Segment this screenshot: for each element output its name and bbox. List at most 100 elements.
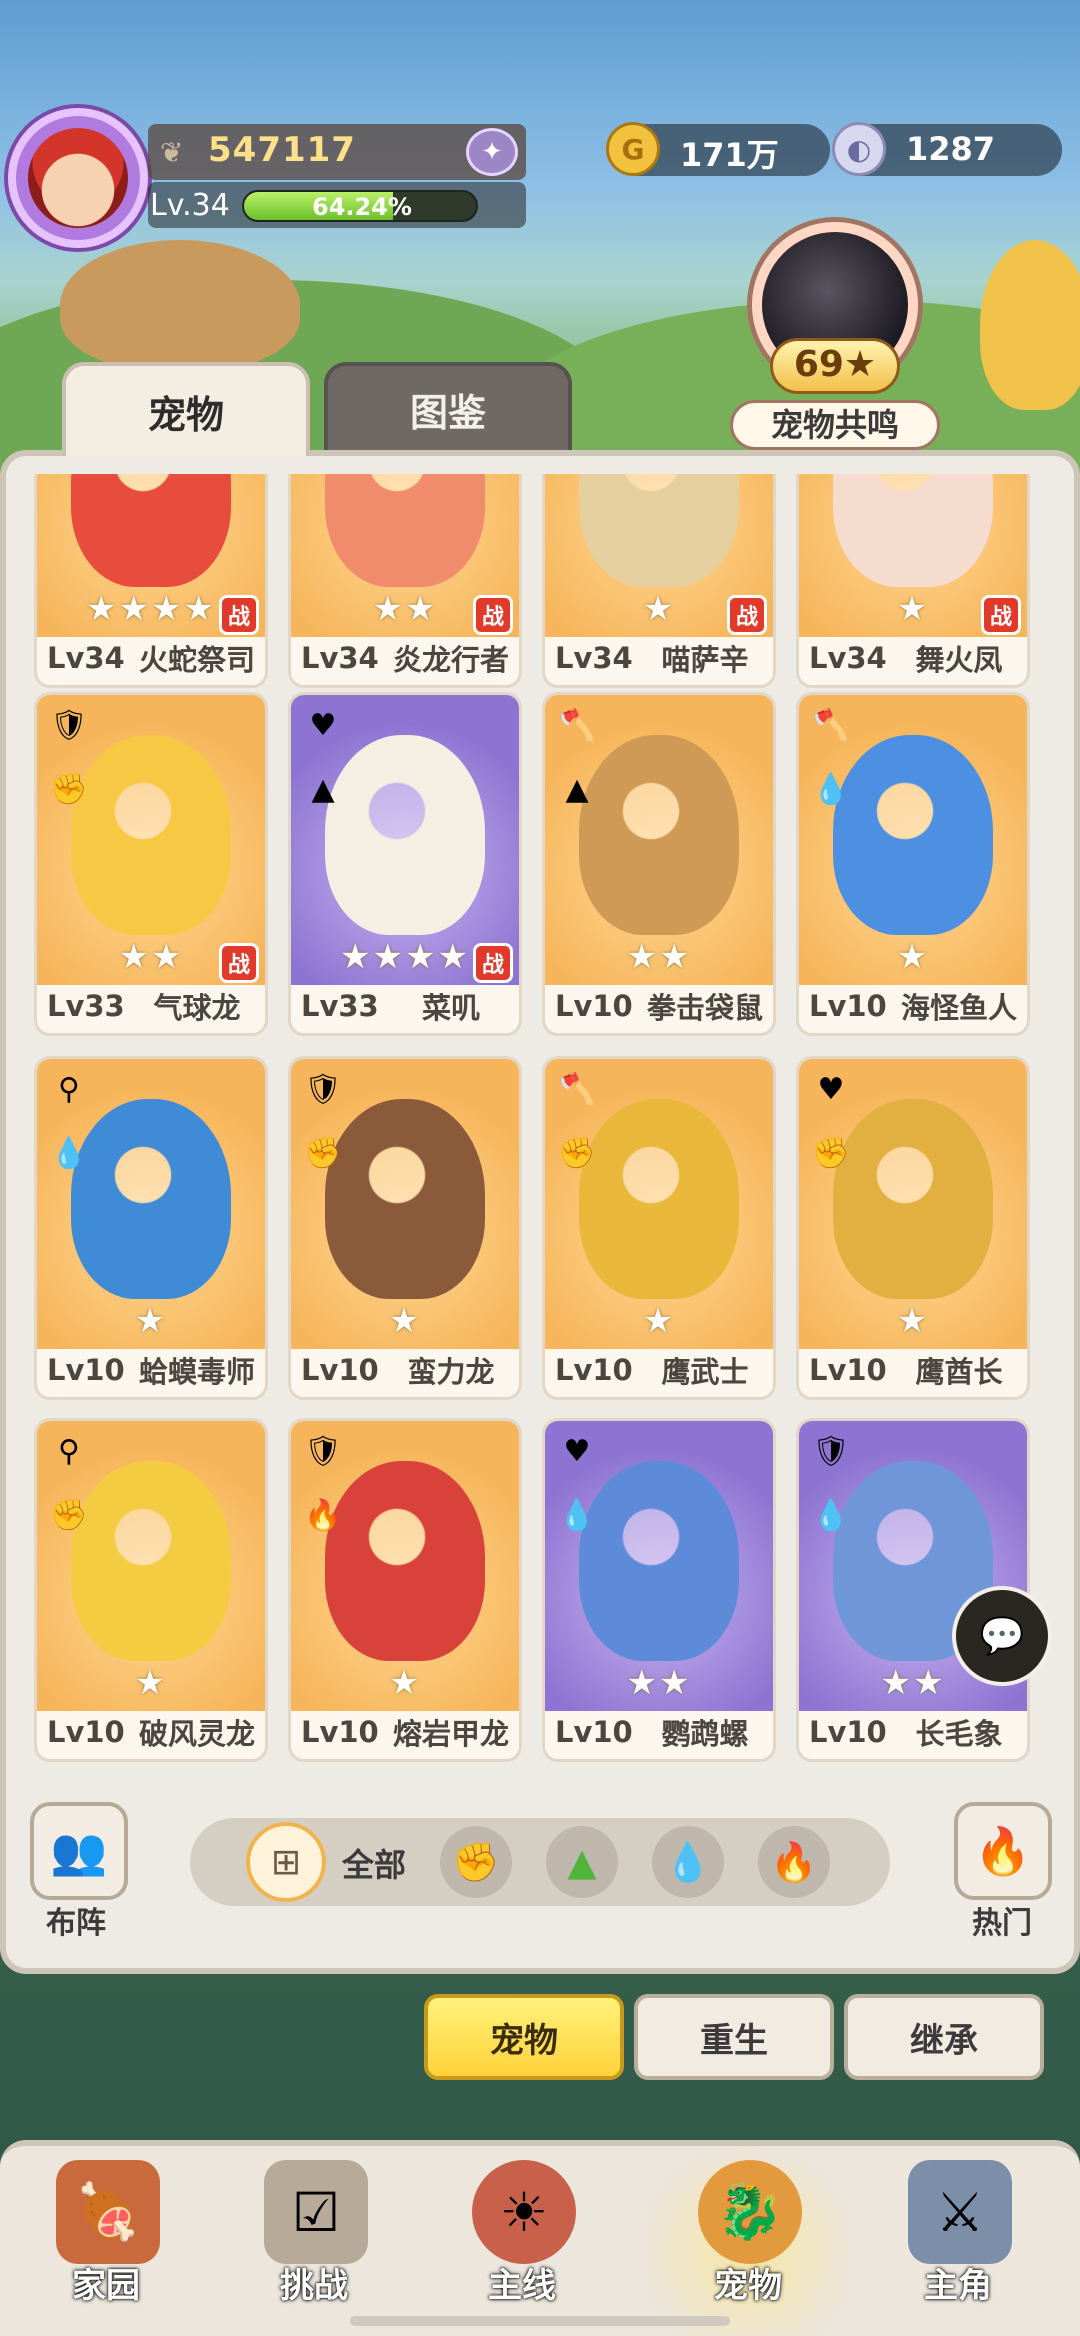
tab-pets[interactable]: 宠物 — [62, 362, 310, 456]
pet-level: Lv10 — [555, 1353, 633, 1387]
pet-portrait: ♥ ▲ ★★★★ — [291, 695, 519, 985]
main-quest-icon: ☀ — [472, 2160, 576, 2264]
pet-level: Lv10 — [809, 1353, 887, 1387]
pet-figure — [71, 1099, 231, 1299]
nav-pets[interactable]: 🐉 宠物 — [658, 2140, 838, 2336]
pets-nav-icon: 🐉 — [698, 2160, 802, 2264]
inherit-button[interactable]: 继承 — [844, 1994, 1044, 2080]
pet-card[interactable]: ⚲ 💧 ★ Lv10 蛤蟆毒师 — [34, 1056, 268, 1400]
shield-icon: 🛡 — [303, 1071, 343, 1107]
filter-all-label[interactable]: 全部 — [342, 1840, 406, 1886]
battle-badge: 战 — [219, 595, 259, 635]
pet-name: 鹰酋长 — [915, 1355, 1003, 1389]
pet-label-row: Lv10 长毛象 — [799, 1705, 1027, 1759]
pet-figure — [833, 474, 993, 587]
pet-card[interactable]: ★★ 战 Lv34 炎龙行者 — [288, 474, 522, 688]
challenge-icon: ☑ — [264, 2160, 368, 2264]
filter-fire-icon[interactable]: 🔥 — [758, 1826, 830, 1898]
chat-bubble-icon[interactable]: 💬 — [952, 1586, 1052, 1686]
bone-icon[interactable]: ✦ — [466, 128, 518, 176]
shield-icon: 🛡 — [49, 707, 89, 743]
tab-codex[interactable]: 图鉴 — [324, 362, 572, 456]
pet-card[interactable]: ★ 战 Lv34 舞火凤 — [796, 474, 1030, 688]
pet-label-row: Lv10 拳击袋鼠 — [545, 979, 773, 1033]
element-filter-bar: ⊞ 全部 ✊ ▲ 💧 🔥 — [190, 1818, 890, 1906]
shell-value: 1287 — [906, 130, 996, 168]
pet-name: 火蛇祭司 — [138, 643, 255, 677]
pet-portrait: 🪓 💧 ★ — [799, 695, 1027, 985]
pet-level: Lv10 — [809, 1715, 887, 1749]
pet-card[interactable]: 🪓 💧 ★ Lv10 海怪鱼人 — [796, 692, 1030, 1036]
pet-name: 破风灵龙 — [138, 1717, 255, 1751]
pet-name: 舞火凤 — [915, 643, 1003, 677]
pet-label-row: Lv34 舞火凤 — [799, 631, 1027, 685]
pet-level: Lv34 — [809, 641, 887, 675]
pet-label-row: Lv10 蛮力龙 — [291, 1343, 519, 1397]
nav-home-label: 家园 — [72, 2266, 140, 2306]
pet-card[interactable]: ♥ ▲ ★★★★ 战 Lv33 菜叽 — [288, 692, 522, 1036]
filter-leaf-icon[interactable]: ▲ — [546, 1826, 618, 1898]
gold-coin-icon: G — [606, 122, 660, 176]
rebirth-button[interactable]: 重生 — [634, 1994, 834, 2080]
pet-stars: ★ — [134, 1301, 168, 1341]
pet-name: 鹦鹉螺 — [661, 1717, 749, 1751]
pet-card[interactable]: ★ 战 Lv34 喵萨辛 — [542, 474, 776, 688]
shell-currency[interactable]: ◐ 1287 — [832, 122, 1062, 176]
pet-label-row: Lv10 鹰酋长 — [799, 1343, 1027, 1397]
exp-progress-bar: 64.24% — [242, 190, 478, 222]
shield-icon: 🛡 — [811, 1433, 851, 1469]
pet-figure — [71, 1461, 231, 1661]
battle-badge: 战 — [473, 943, 513, 983]
pet-card[interactable]: ♥ 💧 ★★ Lv10 鹦鹉螺 — [542, 1418, 776, 1762]
pet-figure — [579, 1099, 739, 1299]
nav-main[interactable]: ☀ 主线 — [432, 2140, 612, 2336]
nav-challenge[interactable]: ☑ 挑战 — [224, 2140, 404, 2336]
filter-water-icon[interactable]: 💧 — [652, 1826, 724, 1898]
nav-home[interactable]: 🍖 家园 — [16, 2140, 196, 2336]
formation-button[interactable]: 👥 — [30, 1802, 128, 1900]
pet-level: Lv10 — [809, 989, 887, 1023]
wand-icon: ⚲ — [58, 1433, 80, 1469]
pet-name: 蛮力龙 — [407, 1355, 495, 1389]
filter-all-icon[interactable]: ⊞ — [246, 1822, 326, 1902]
pet-card[interactable]: 🛡 ✊ ★★ 战 Lv33 气球龙 — [34, 692, 268, 1036]
formation-label: 布阵 — [46, 1906, 106, 1941]
filter-fist-icon[interactable]: ✊ — [440, 1826, 512, 1898]
pet-stars: ★ — [388, 1301, 422, 1341]
pets-action-button[interactable]: 宠物 — [424, 1994, 624, 2080]
flame-icon: 🔥 — [974, 1823, 1032, 1878]
wing-icon: ❦ — [160, 136, 184, 169]
fist-icon: ✊ — [50, 1497, 88, 1533]
pet-card[interactable]: ⚲ ✊ ★ Lv10 破风灵龙 — [34, 1418, 268, 1762]
pet-portrait: 🛡 ✊ ★ — [291, 1059, 519, 1349]
pet-figure — [833, 1099, 993, 1299]
pet-stars: ★ — [896, 1301, 930, 1341]
gold-currency[interactable]: G 171万 — [606, 122, 830, 176]
hot-label: 热门 — [972, 1906, 1032, 1941]
pet-name: 鹰武士 — [661, 1355, 749, 1389]
pet-name: 菜叽 — [421, 991, 480, 1025]
pet-card[interactable]: 🛡 ✊ ★ Lv10 蛮力龙 — [288, 1056, 522, 1400]
nav-hero[interactable]: ⚔ 主角 — [868, 2140, 1048, 2336]
pet-stars: ★★ — [626, 1663, 692, 1703]
water-icon: 💧 — [812, 1497, 850, 1533]
pet-card[interactable]: 🪓 ✊ ★ Lv10 鹰武士 — [542, 1056, 776, 1400]
pet-name: 长毛象 — [915, 1717, 1003, 1751]
pet-card[interactable]: 🪓 ▲ ★★ Lv10 拳击袋鼠 — [542, 692, 776, 1036]
pet-card[interactable]: ★★★★ 战 Lv34 火蛇祭司 — [34, 474, 268, 688]
pet-resonance[interactable]: 69★ 宠物共鸣 — [730, 212, 940, 452]
hot-button[interactable]: 🔥 — [954, 1802, 1052, 1900]
battle-badge: 战 — [473, 595, 513, 635]
pet-portrait: ♥ 💧 ★★ — [545, 1421, 773, 1711]
player-level: Lv.34 — [150, 188, 230, 223]
player-avatar[interactable] — [8, 108, 148, 248]
nav-challenge-label: 挑战 — [280, 2266, 348, 2306]
gold-value: 171万 — [680, 136, 779, 174]
home-indicator — [350, 2316, 730, 2326]
pet-figure — [579, 1461, 739, 1661]
pet-stars: ★ — [642, 1301, 676, 1341]
pet-portrait: ⚲ 💧 ★ — [37, 1059, 265, 1349]
pet-card[interactable]: 🛡 🔥 ★ Lv10 熔岩甲龙 — [288, 1418, 522, 1762]
pet-card[interactable]: ♥ ✊ ★ Lv10 鹰酋长 — [796, 1056, 1030, 1400]
avatar-face-image — [28, 128, 128, 228]
